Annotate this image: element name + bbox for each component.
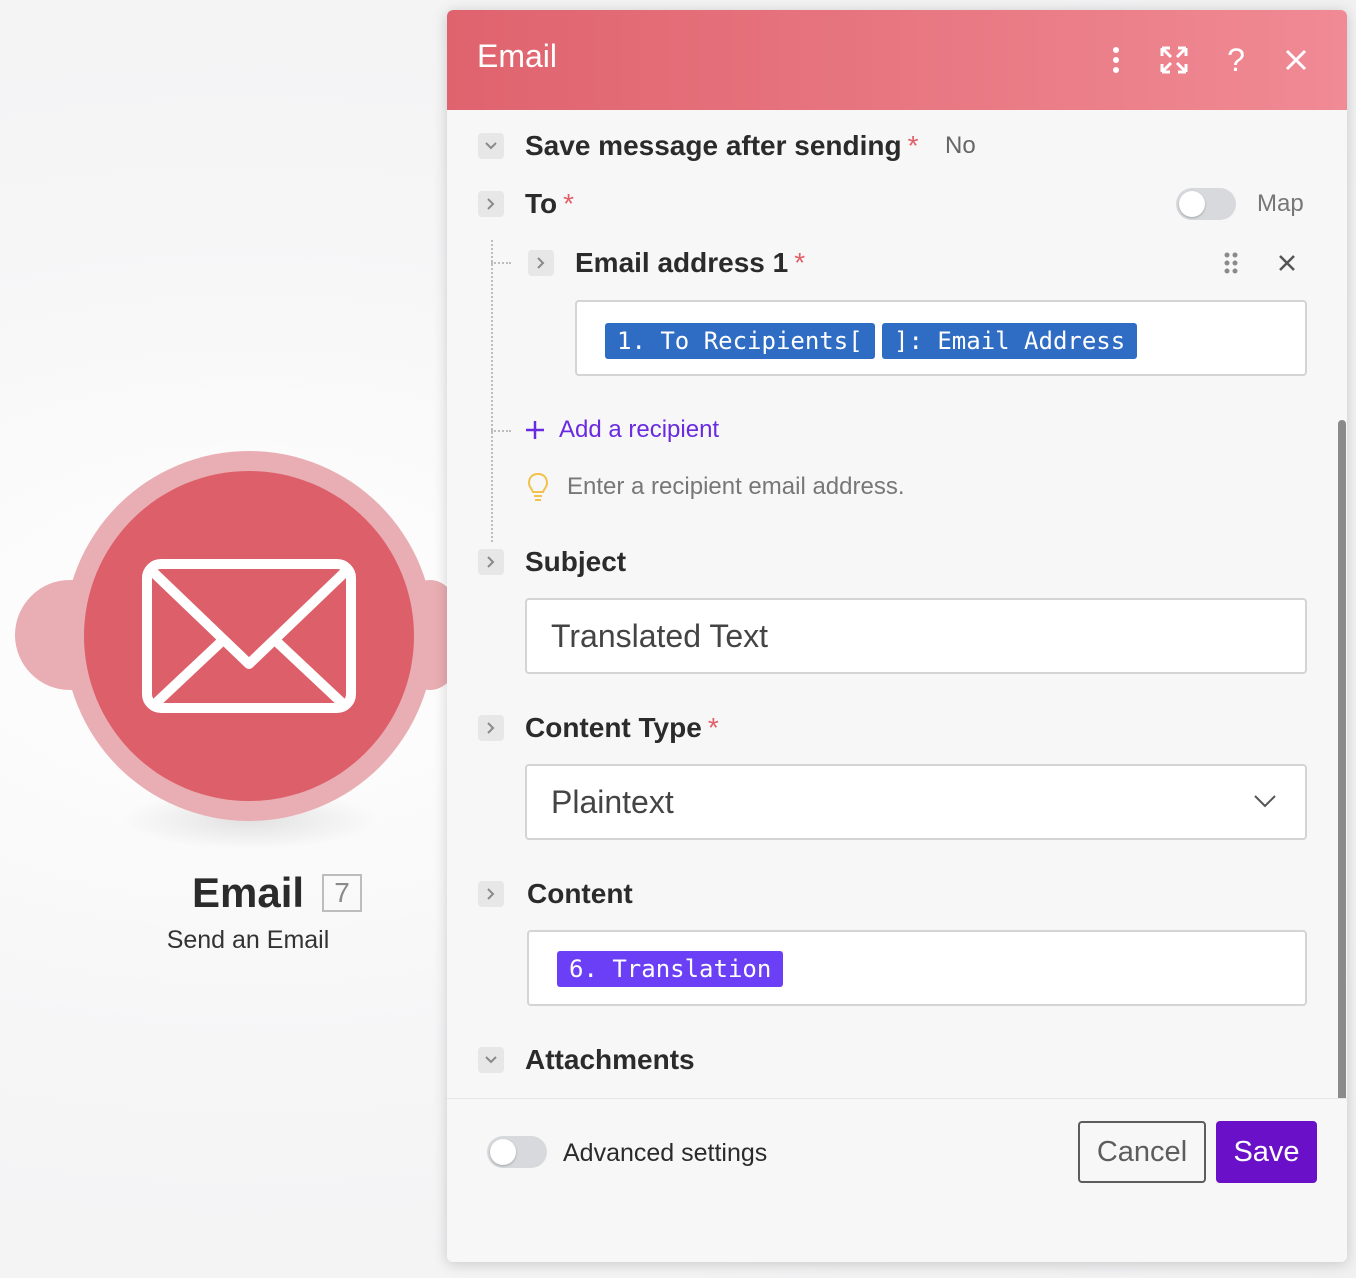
lightbulb-icon	[527, 472, 549, 501]
content-type-select[interactable]: Plaintext	[525, 764, 1307, 840]
field-hint: Enter a recipient email address.	[527, 472, 905, 502]
plus-icon	[526, 421, 544, 439]
panel-header: Email ?	[447, 10, 1347, 110]
save-button[interactable]: Save	[1216, 1121, 1317, 1183]
add-recipient-text: Add a recipient	[559, 416, 720, 443]
advanced-settings-label: Advanced settings	[563, 1139, 768, 1167]
module-title: Email	[192, 869, 305, 916]
chevron-right-icon[interactable]	[478, 881, 504, 907]
envelope-icon	[142, 559, 356, 713]
more-vertical-icon[interactable]	[1096, 40, 1136, 80]
content-type-label-text: Content Type	[525, 712, 702, 743]
chevron-right-icon[interactable]	[478, 715, 504, 741]
panel-footer: Advanced settings Cancel Save	[447, 1098, 1347, 1262]
toggle-knob	[490, 1139, 516, 1165]
maximize-icon[interactable]	[1154, 40, 1194, 80]
email-module-body[interactable]	[84, 471, 414, 801]
help-icon[interactable]: ?	[1216, 40, 1256, 80]
panel-body[interactable]: Save message after sending * No To * Map E…	[447, 110, 1347, 1098]
save-message-label: Save message after sending *	[525, 130, 919, 162]
content-input[interactable]: 6. Translation	[527, 930, 1307, 1006]
cancel-button[interactable]: Cancel	[1078, 1121, 1206, 1183]
module-subtitle: Send an Email	[166, 926, 330, 954]
scrollbar[interactable]	[1337, 420, 1347, 1098]
to-label: To *	[525, 188, 574, 220]
required-mark: *	[707, 712, 719, 743]
chevron-right-icon[interactable]	[528, 250, 554, 276]
close-icon[interactable]	[1276, 40, 1316, 80]
remove-item-icon[interactable]	[1278, 254, 1296, 277]
drag-handle-icon[interactable]	[1223, 251, 1239, 280]
module-settings-panel: Email ? Save message after sending* No	[447, 10, 1347, 1262]
email-address-input[interactable]: 1. To Recipients[ ]: Email Address	[575, 300, 1307, 376]
required-mark: *	[794, 247, 806, 278]
required-mark: *	[907, 130, 919, 161]
map-toggle[interactable]	[1176, 188, 1236, 220]
email-address-label-text: Email address 1	[575, 247, 789, 278]
subject-value: Translated Text	[551, 618, 768, 654]
tree-branch	[491, 262, 511, 264]
content-type-value: Plaintext	[551, 784, 674, 820]
advanced-settings-toggle[interactable]	[487, 1136, 547, 1168]
chevron-right-icon[interactable]	[478, 549, 504, 575]
tree-line	[491, 240, 493, 542]
add-recipient-link[interactable]: Add a recipient	[525, 416, 719, 444]
chevron-down-icon[interactable]	[478, 133, 504, 159]
tree-branch	[491, 430, 511, 432]
chevron-down-icon	[1254, 795, 1276, 808]
hint-text: Enter a recipient email address.	[567, 473, 905, 500]
content-type-label: Content Type *	[525, 712, 719, 744]
subject-label: Subject	[525, 546, 627, 577]
attachments-label: Attachments	[525, 1044, 695, 1075]
subject-input[interactable]: Translated Text	[525, 598, 1307, 674]
scrollbar-thumb[interactable]	[1338, 420, 1346, 1098]
required-mark: *	[563, 188, 575, 219]
email-address-label: Email address 1 *	[575, 247, 805, 279]
save-message-value[interactable]: No	[945, 132, 976, 160]
chevron-down-icon[interactable]	[478, 1047, 504, 1073]
save-message-label-text: Save message after sending	[525, 130, 902, 161]
module-id-badge: 7	[322, 874, 363, 912]
panel-title: Email	[477, 38, 558, 74]
to-label-text: To	[525, 188, 558, 219]
chevron-right-icon[interactable]	[478, 191, 504, 217]
map-label: Map	[1257, 190, 1304, 217]
mapped-value-pill[interactable]: 6. Translation	[557, 951, 784, 987]
mapped-value-pill[interactable]: 1. To Recipients[	[605, 323, 875, 359]
content-label: Content	[527, 878, 633, 909]
toggle-knob	[1179, 191, 1205, 217]
module-title-row: Email 7	[150, 866, 410, 920]
mapped-value-pill[interactable]: ]: Email Address	[882, 323, 1138, 359]
